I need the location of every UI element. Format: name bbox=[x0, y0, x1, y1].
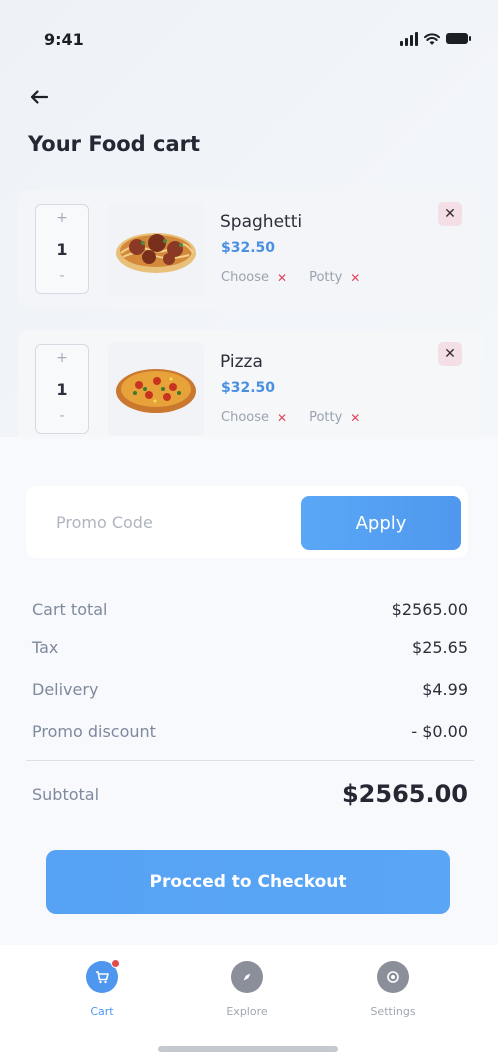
remove-tag-icon[interactable]: ✕ bbox=[277, 411, 287, 425]
promo-discount-row: Promo discount - $0.00 bbox=[32, 722, 468, 741]
remove-item-button[interactable]: ✕ bbox=[438, 202, 462, 226]
decrement-button[interactable]: - bbox=[59, 269, 64, 287]
item-name: Spaghetti bbox=[220, 212, 303, 232]
promo-box: Apply bbox=[26, 486, 468, 558]
gear-icon bbox=[377, 961, 409, 993]
quantity-value: 1 bbox=[56, 239, 68, 259]
tag-label: Potty bbox=[309, 270, 343, 285]
notification-dot bbox=[111, 959, 120, 968]
status-bar: 9:41 bbox=[0, 0, 498, 70]
battery-icon bbox=[446, 33, 471, 44]
home-indicator bbox=[158, 1046, 338, 1052]
status-time: 9:41 bbox=[44, 30, 84, 49]
nav-item-settings[interactable]: Settings bbox=[343, 961, 443, 1018]
remove-item-button[interactable]: ✕ bbox=[438, 342, 462, 366]
item-price: $32.50 bbox=[221, 240, 276, 256]
promo-discount-label: Promo discount bbox=[32, 722, 156, 741]
tag-choose: Choose ✕ bbox=[221, 270, 287, 285]
tag-label: Potty bbox=[309, 410, 343, 425]
subtotal-row: Subtotal $2565.00 bbox=[32, 780, 468, 808]
promo-code-input[interactable] bbox=[46, 500, 286, 544]
nav-item-explore[interactable]: Explore bbox=[197, 961, 297, 1018]
item-tags: Choose ✕ Potty ✕ bbox=[221, 410, 360, 425]
divider bbox=[26, 760, 474, 761]
signal-icon bbox=[400, 32, 418, 46]
item-name: Pizza bbox=[220, 352, 263, 372]
cart-item-spaghetti: + 1 - Spaghetti $32.50 Choose ✕ Potty ✕ bbox=[18, 190, 482, 308]
item-price: $32.50 bbox=[221, 380, 276, 396]
cart-total-label: Cart total bbox=[32, 600, 108, 619]
cart-icon bbox=[86, 959, 120, 993]
increment-button[interactable]: + bbox=[56, 351, 68, 369]
compass-icon bbox=[231, 961, 263, 993]
decrement-button[interactable]: - bbox=[59, 409, 64, 427]
tag-label: Choose bbox=[221, 410, 269, 425]
apply-button[interactable]: Apply bbox=[301, 496, 461, 550]
increment-button[interactable]: + bbox=[56, 211, 68, 229]
tag-label: Choose bbox=[221, 270, 269, 285]
nav-label: Explore bbox=[226, 1005, 268, 1018]
tax-row: Tax $25.65 bbox=[32, 638, 468, 657]
subtotal-label: Subtotal bbox=[32, 784, 100, 804]
cart-total-value: $2565.00 bbox=[391, 600, 468, 619]
nav-item-cart[interactable]: Cart bbox=[52, 959, 152, 1018]
nav-label: Cart bbox=[90, 1005, 114, 1018]
bottom-nav: Cart Explore Settings bbox=[0, 945, 498, 1057]
remove-tag-icon[interactable]: ✕ bbox=[350, 271, 360, 285]
back-arrow-icon[interactable] bbox=[26, 84, 52, 110]
pizza-icon bbox=[116, 369, 196, 413]
remove-tag-icon[interactable]: ✕ bbox=[350, 411, 360, 425]
promo-discount-value: - $0.00 bbox=[411, 722, 468, 741]
delivery-value: $4.99 bbox=[422, 680, 468, 699]
wifi-icon bbox=[424, 33, 440, 45]
food-image-pizza bbox=[108, 342, 204, 436]
tag-potty: Potty ✕ bbox=[309, 270, 360, 285]
quantity-stepper: + 1 - bbox=[35, 204, 89, 294]
tag-potty: Potty ✕ bbox=[309, 410, 360, 425]
spaghetti-icon bbox=[116, 233, 196, 273]
quantity-stepper: + 1 - bbox=[35, 344, 89, 434]
nav-label: Settings bbox=[370, 1005, 416, 1018]
quantity-value: 1 bbox=[56, 379, 68, 399]
subtotal-value: $2565.00 bbox=[341, 780, 468, 808]
tax-value: $25.65 bbox=[412, 638, 468, 657]
delivery-label: Delivery bbox=[32, 680, 99, 699]
status-icons bbox=[400, 30, 471, 46]
cart-total-row: Cart total $2565.00 bbox=[32, 600, 468, 619]
item-tags: Choose ✕ Potty ✕ bbox=[221, 270, 360, 285]
delivery-row: Delivery $4.99 bbox=[32, 680, 468, 699]
food-image-spaghetti bbox=[108, 202, 204, 296]
remove-tag-icon[interactable]: ✕ bbox=[277, 271, 287, 285]
tag-choose: Choose ✕ bbox=[221, 410, 287, 425]
page-title: Your Food cart bbox=[28, 132, 201, 156]
cart-item-pizza: + 1 - Pizza $32.50 Choose ✕ Potty ✕ ✕ bbox=[18, 330, 482, 448]
tax-label: Tax bbox=[32, 638, 59, 657]
checkout-button[interactable]: Procced to Checkout bbox=[46, 850, 450, 914]
